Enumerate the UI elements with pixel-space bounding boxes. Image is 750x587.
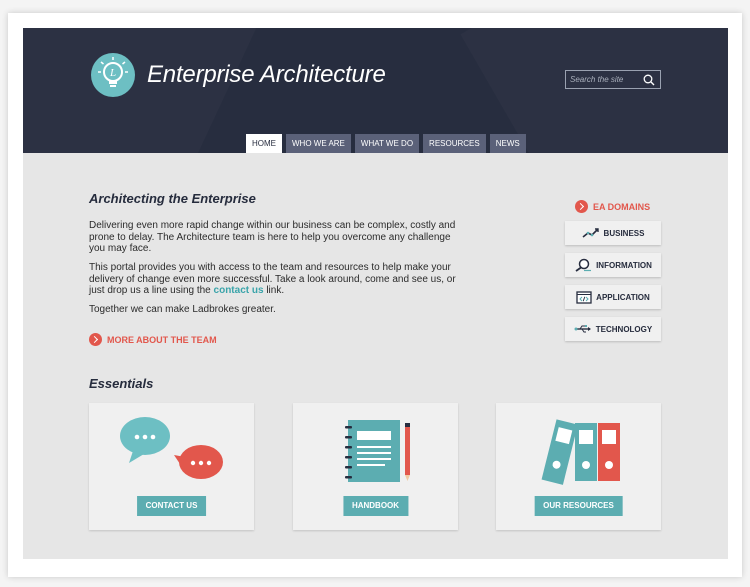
nav-tab-news[interactable]: NEWS <box>489 134 526 153</box>
circle-arrow-icon <box>89 333 102 346</box>
contact-card: CONTACT US <box>89 403 254 530</box>
nav-tab-resources[interactable]: RESOURCES <box>423 134 486 153</box>
ea-domain-label: BUSINESS <box>603 228 645 238</box>
ea-domain-label: INFORMATION <box>596 260 652 270</box>
essentials-heading: Essentials <box>89 376 154 391</box>
page: L Enterprise Architecture HOME WHO WE AR… <box>23 28 728 559</box>
contact-us-link[interactable]: contact us <box>214 285 264 296</box>
ea-domain-business[interactable]: BUSINESS <box>565 221 661 245</box>
site-title[interactable]: Enterprise Architecture <box>147 61 386 89</box>
page-heading: Architecting the Enterprise <box>89 191 256 206</box>
ea-domain-technology[interactable]: TECHNOLOGY <box>565 317 661 341</box>
lightbulb-icon: L <box>98 57 128 87</box>
ea-domain-application[interactable]: APPLICATION <box>565 285 661 309</box>
contact-us-button[interactable]: CONTACT US <box>136 496 207 516</box>
ea-domain-information[interactable]: INFORMATION <box>565 253 661 277</box>
search-icon[interactable] <box>643 74 655 86</box>
nav-tab-what-we-do[interactable]: WHAT WE DO <box>354 134 420 153</box>
ea-domains-label: EA DOMAINS <box>593 201 651 212</box>
ea-domains-heading[interactable]: EA DOMAINS <box>575 200 650 213</box>
logo[interactable]: L <box>91 53 135 97</box>
more-about-team-label: MORE ABOUT THE TEAM <box>107 334 217 345</box>
usb-icon <box>574 325 591 333</box>
chat-bubbles-icon <box>120 417 223 479</box>
circle-arrow-icon <box>575 200 588 213</box>
intro-paragraph: Delivering even more rapid change within… <box>89 220 456 254</box>
binders-icon <box>541 419 620 485</box>
search-box <box>565 70 661 89</box>
trend-chart-icon <box>582 228 599 238</box>
code-window-icon <box>576 290 592 304</box>
our-resources-button[interactable]: OUR RESOURCES <box>534 496 623 516</box>
ea-domain-label: APPLICATION <box>596 292 650 302</box>
nav-tab-home[interactable]: HOME <box>246 134 282 153</box>
nav-tab-who-we-are[interactable]: WHO WE ARE <box>286 134 351 153</box>
logo-letter: L <box>109 67 116 79</box>
header-decoration <box>23 28 256 153</box>
main-nav: HOME WHO WE ARE WHAT WE DO RESOURCES NEW… <box>246 134 526 153</box>
notebook-icon <box>345 420 410 482</box>
portal-paragraph: This portal provides you with access to … <box>89 262 469 297</box>
handbook-button[interactable]: HANDBOOK <box>342 496 409 516</box>
search-input[interactable] <box>566 71 642 88</box>
closing-paragraph: Together we can make Ladbrokes greater. <box>89 304 276 315</box>
ea-domain-label: TECHNOLOGY <box>595 324 653 334</box>
magnifier-icon <box>575 258 592 272</box>
more-about-team-link[interactable]: MORE ABOUT THE TEAM <box>89 333 217 346</box>
page-frame: L Enterprise Architecture HOME WHO WE AR… <box>8 13 742 577</box>
handbook-card: HANDBOOK <box>293 403 458 530</box>
portal-text-end: link. <box>263 285 285 296</box>
resources-card: OUR RESOURCES <box>496 403 661 530</box>
site-header: L Enterprise Architecture HOME WHO WE AR… <box>23 28 728 153</box>
